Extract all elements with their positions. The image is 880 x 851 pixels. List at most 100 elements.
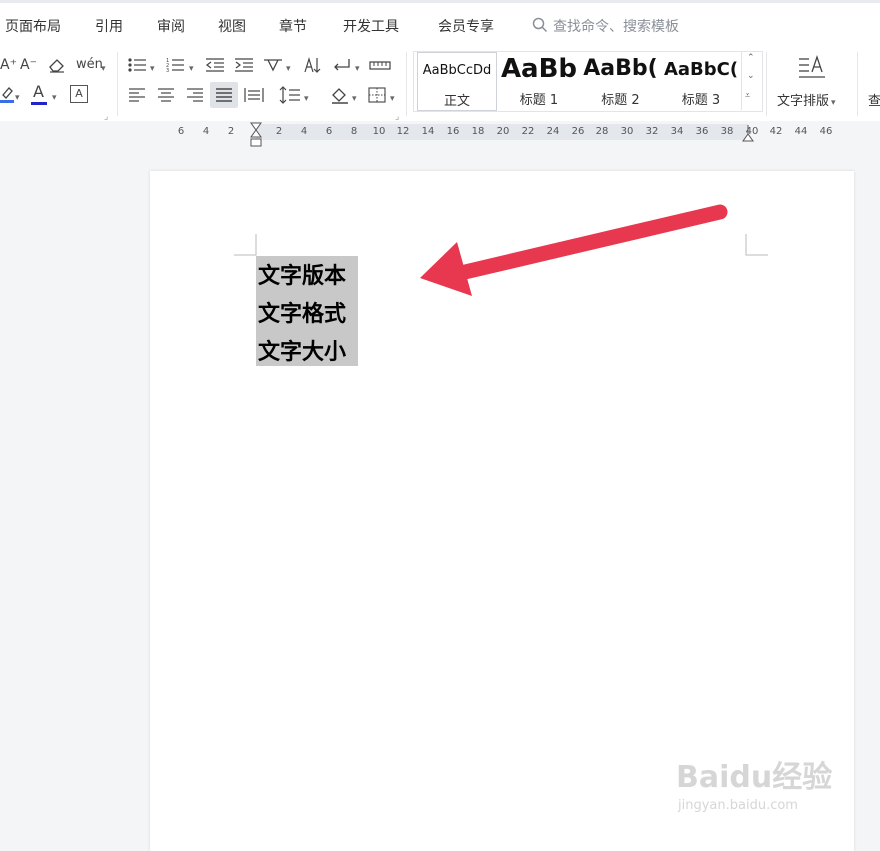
font-color-bar — [31, 102, 47, 105]
search-icon — [532, 17, 548, 33]
style-normal[interactable]: AaBbCcDd 正文 — [417, 52, 497, 111]
chevron-up-icon[interactable]: ⌃ — [747, 53, 755, 63]
menu-bar-top-edge — [0, 0, 880, 3]
watermark-main: Baidu经验 — [676, 760, 833, 795]
menu-member[interactable]: 会员专享 — [438, 16, 494, 36]
document-line[interactable]: 文字大小 — [258, 334, 346, 366]
style-heading-2[interactable]: AaBb( 标题 2 — [580, 52, 661, 111]
decrease-indent-icon[interactable] — [205, 57, 225, 73]
chevron-down-icon[interactable]: ▾ — [189, 60, 194, 78]
ruler-number: 24 — [546, 126, 560, 137]
character-border-icon[interactable]: A — [70, 85, 88, 103]
increase-indent-icon[interactable] — [234, 57, 254, 73]
ruler-number: 34 — [670, 126, 684, 137]
bullet-list-icon[interactable] — [128, 57, 148, 73]
style-sample: AaBb( — [583, 56, 658, 81]
menu-developer-tools[interactable]: 开发工具 — [343, 16, 399, 36]
phonetic-guide-icon[interactable]: wén — [76, 56, 103, 74]
align-left-icon[interactable] — [128, 87, 146, 103]
ruler-number: 36 — [695, 126, 709, 137]
menu-review[interactable]: 审阅 — [157, 16, 185, 36]
ruler-number: 46 — [819, 126, 833, 137]
ruler-number: 2 — [227, 126, 235, 137]
search-placeholder: 查找命令、搜索模板 — [553, 19, 679, 35]
shrink-font-icon[interactable]: A⁻ — [20, 56, 37, 74]
menu-page-layout[interactable]: 页面布局 — [5, 16, 61, 36]
style-name: 标题 3 — [681, 93, 721, 108]
font-color-icon[interactable]: A — [33, 83, 44, 101]
ruler-number: 32 — [645, 126, 659, 137]
style-gallery: AaBbCcDd 正文 AaBb 标题 1 AaBb( 标题 2 AaBbC( … — [413, 51, 763, 112]
divider — [117, 52, 118, 116]
align-center-icon[interactable] — [157, 87, 175, 103]
style-heading-1[interactable]: AaBb 标题 1 — [498, 52, 580, 111]
highlight-icon[interactable] — [0, 85, 16, 103]
style-name: 标题 1 — [519, 93, 559, 108]
ruler-number: 4 — [202, 126, 210, 137]
document-line[interactable]: 文字版本 — [258, 258, 346, 290]
ruler-number: 6 — [177, 126, 185, 137]
ruler-number: 6 — [325, 126, 333, 137]
indent-marker-icon[interactable] — [249, 122, 263, 148]
style-sample: AaBbC( — [663, 59, 739, 80]
ruler-number: 44 — [794, 126, 808, 137]
ruler-number: 30 — [620, 126, 634, 137]
watermark-url: jingyan.baidu.com — [678, 798, 798, 813]
ruler-number: 12 — [396, 126, 410, 137]
ruler-number: 14 — [421, 126, 435, 137]
distribute-icon[interactable] — [244, 87, 264, 103]
ruler-number: 16 — [446, 126, 460, 137]
style-sample: AaBbCcDd — [422, 63, 492, 78]
ruler-number: 4 — [300, 126, 308, 137]
ruler-number: 28 — [595, 126, 609, 137]
chevron-down-icon[interactable]: ▾ — [390, 90, 395, 108]
eraser-icon[interactable] — [48, 57, 66, 73]
style-gallery-scroller: ⌃ ⌄ ⩡ — [741, 51, 762, 110]
expand-gallery-icon[interactable]: ⩡ — [745, 91, 750, 101]
menu-chapter[interactable]: 章节 — [279, 16, 307, 36]
shading-icon[interactable] — [330, 85, 350, 105]
text-layout-label: 文字排版 — [777, 94, 830, 109]
borders-icon[interactable] — [368, 87, 386, 103]
chevron-down-icon[interactable]: ▾ — [52, 89, 57, 107]
align-right-icon[interactable] — [186, 87, 204, 103]
line-spacing-icon[interactable] — [279, 86, 301, 104]
numbered-list-icon[interactable]: 123 — [166, 57, 186, 73]
style-name: 正文 — [443, 94, 470, 109]
chinese-layout-icon[interactable] — [262, 57, 284, 73]
ruler-number: 10 — [372, 126, 386, 137]
chevron-down-icon[interactable]: ▾ — [304, 90, 309, 108]
chevron-down-icon[interactable]: ▾ — [286, 60, 291, 78]
ruler-number: 38 — [720, 126, 734, 137]
ruler-icon[interactable] — [369, 58, 391, 72]
divider — [857, 52, 858, 116]
style-heading-3[interactable]: AaBbC( 标题 3 — [661, 52, 741, 111]
ruler-number: 2 — [275, 126, 283, 137]
menu-bar: 页面布局 引用 审阅 视图 章节 开发工具 会员专享 查找命令、搜索模板 — [0, 0, 880, 50]
menu-view[interactable]: 视图 — [218, 16, 246, 36]
find-button[interactable]: 查 — [868, 90, 880, 109]
divider — [406, 52, 407, 116]
justify-button[interactable] — [210, 82, 238, 108]
document-line[interactable]: 文字格式 — [258, 296, 346, 328]
ribbon-toolbar: A⁺ A⁻ wén ▾ ▾ A ▾ A ⌟ ▾ 123 ▾ ▾ ▾ ▾ ▾ ▾ … — [0, 50, 880, 122]
divider — [766, 52, 767, 116]
style-sample: AaBb — [500, 54, 578, 84]
chevron-down-icon[interactable]: ⌄ — [747, 71, 755, 81]
ruler-number: 42 — [769, 126, 783, 137]
chevron-down-icon: ▾ — [831, 98, 836, 108]
grow-font-icon[interactable]: A⁺ — [0, 56, 17, 74]
paragraph-marks-icon[interactable] — [332, 57, 352, 73]
chevron-down-icon[interactable]: ▾ — [352, 90, 357, 108]
justify-icon — [216, 88, 232, 102]
chevron-down-icon[interactable]: ▾ — [150, 60, 155, 78]
chevron-down-icon[interactable]: ▾ — [15, 89, 20, 107]
chevron-down-icon[interactable]: ▾ — [355, 60, 360, 78]
annotation-arrow-icon — [420, 204, 728, 296]
menu-references[interactable]: 引用 — [95, 16, 123, 36]
sort-icon[interactable] — [302, 56, 322, 74]
chevron-down-icon[interactable]: ▾ — [101, 60, 106, 78]
text-layout-icon[interactable] — [797, 54, 827, 82]
text-layout-button[interactable]: 文字排版 ▾ — [777, 90, 836, 109]
ruler-number: 18 — [471, 126, 485, 137]
